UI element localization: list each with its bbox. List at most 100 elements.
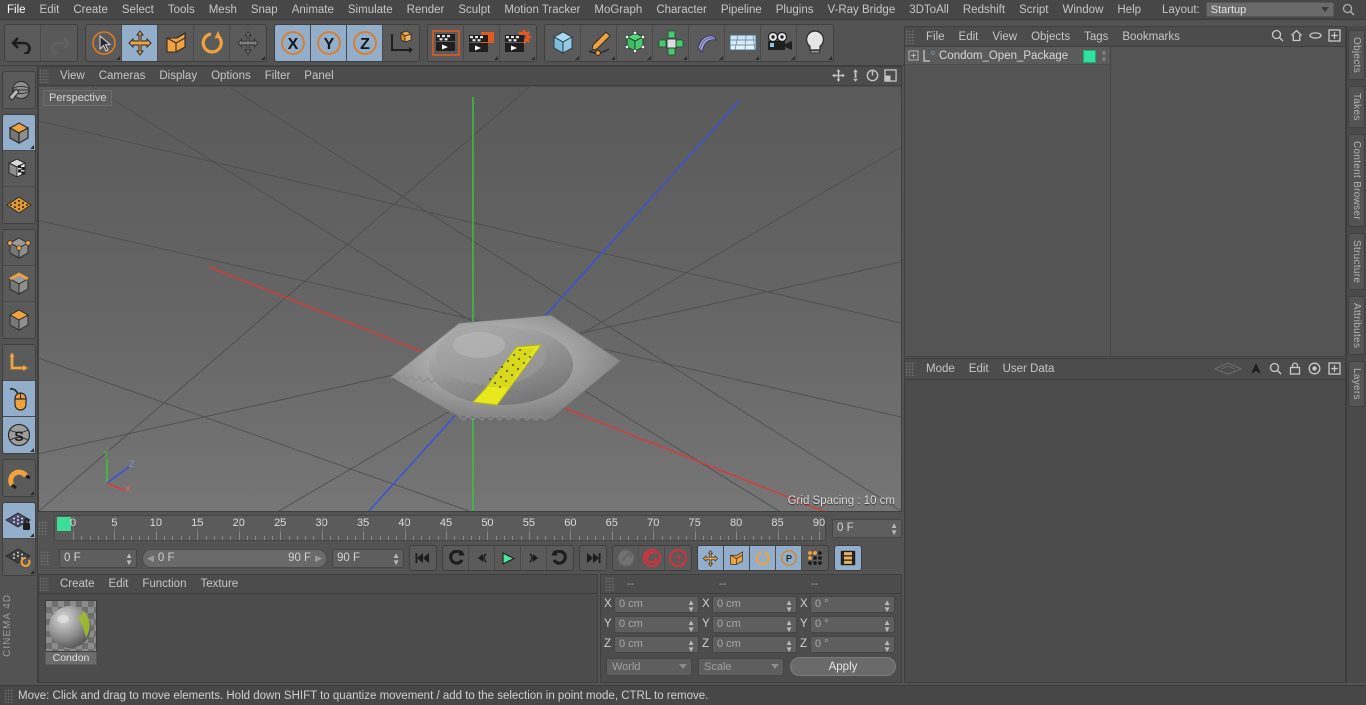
zoom-icon[interactable]: [850, 69, 861, 82]
spinner-icon[interactable]: ▲ ▼: [883, 598, 891, 613]
make-editable-button[interactable]: [2, 72, 35, 108]
attributes-body[interactable]: [905, 380, 1345, 682]
search-icon[interactable]: [1342, 3, 1355, 16]
material-item[interactable]: Condon: [45, 600, 99, 665]
previous-keyframe-button[interactable]: [443, 546, 469, 570]
menu-item-tools[interactable]: Tools: [161, 0, 202, 20]
objman-menu-item-edit[interactable]: Edit: [952, 27, 986, 47]
panel-grip-icon[interactable]: [38, 521, 48, 535]
spinner-icon[interactable]: ▲ ▼: [125, 551, 133, 566]
apply-button[interactable]: Apply: [790, 657, 896, 676]
add-deformer-button[interactable]: [689, 24, 725, 61]
spinner-icon[interactable]: ▲ ▼: [392, 551, 400, 566]
material-list[interactable]: Condon: [39, 594, 597, 671]
objman-menu-item-bookmarks[interactable]: Bookmarks: [1115, 27, 1187, 47]
menu-item-select[interactable]: Select: [115, 0, 161, 20]
preview-range-slider[interactable]: ◀ 0 F 90 F ▶: [142, 548, 327, 568]
range-right-arrow-icon[interactable]: ▶: [315, 553, 322, 564]
coord-pos-x-field[interactable]: 0 cm ▲ ▼: [614, 595, 699, 613]
spinner-icon[interactable]: ▲ ▼: [785, 598, 793, 613]
parameter-key-button[interactable]: [802, 546, 828, 570]
spinner-icon[interactable]: ▲ ▼: [687, 618, 695, 633]
viewport-canvas[interactable]: Perspective Y Z X Grid Spacing: 10 cm: [39, 87, 901, 511]
material-preview[interactable]: [45, 600, 97, 652]
autokeying-button[interactable]: [639, 546, 665, 570]
rotate-tool-button[interactable]: [194, 24, 230, 61]
dock-tab-structure[interactable]: Structure: [1348, 232, 1365, 290]
viewport-menu-item-display[interactable]: Display: [152, 67, 204, 86]
spinner-icon[interactable]: ▲ ▼: [687, 638, 695, 653]
material-tag[interactable]: [1083, 49, 1096, 63]
menu-item-file[interactable]: File: [0, 0, 33, 20]
menu-item-3dtoall[interactable]: 3DToAll: [902, 0, 956, 20]
rotation-key-button[interactable]: [750, 546, 776, 570]
workplane-mode-button[interactable]: [2, 187, 35, 223]
pla-key-button[interactable]: P: [776, 546, 802, 570]
menu-item-character[interactable]: Character: [649, 0, 714, 20]
coord-system-dropdown[interactable]: World: [606, 657, 692, 676]
menu-item-window[interactable]: Window: [1055, 0, 1110, 20]
search-icon[interactable]: [1271, 29, 1284, 42]
texture-mode-button[interactable]: [2, 151, 35, 187]
attributes-menu-items[interactable]: Mode Edit User Data: [919, 359, 1061, 380]
step-forward-button[interactable]: [521, 546, 547, 570]
visibility-dots-icon[interactable]: [1102, 51, 1106, 61]
object-manager-menu-items[interactable]: File Edit View Objects Tags Bookmarks: [919, 27, 1187, 47]
plus-box-icon[interactable]: [1328, 362, 1341, 375]
model-mode-button[interactable]: [2, 115, 35, 151]
planar-workplane-button[interactable]: [2, 539, 35, 575]
next-keyframe-button[interactable]: [547, 546, 573, 570]
redo-button[interactable]: [41, 24, 77, 61]
arrow-up-icon[interactable]: [1250, 362, 1262, 375]
go-to-end-button[interactable]: [580, 546, 606, 570]
panel-grip-icon[interactable]: [605, 577, 615, 591]
viewport-menu-items[interactable]: View Cameras Display Options Filter Panel: [53, 67, 341, 86]
attr-menu-item-edit[interactable]: Edit: [962, 359, 996, 380]
x-axis-lock-button[interactable]: X: [275, 24, 311, 61]
dock-tab-layers[interactable]: Layers: [1348, 361, 1365, 407]
dock-tab-objects[interactable]: Objects: [1348, 30, 1365, 81]
coord-size-x-field[interactable]: 0 cm ▲ ▼: [712, 595, 797, 613]
current-frame-field[interactable]: 0 F ▲ ▼: [832, 518, 902, 538]
ellipse-icon[interactable]: [1309, 31, 1322, 40]
search-icon[interactable]: [1269, 362, 1282, 375]
dock-tab-takes[interactable]: Takes: [1348, 86, 1365, 128]
keyframe-selection-button[interactable]: ?: [665, 546, 691, 570]
panel-grip-icon[interactable]: [4, 688, 14, 703]
viewport-solo-button[interactable]: [2, 381, 35, 417]
menu-item-sculpt[interactable]: Sculpt: [451, 0, 497, 20]
record-active-objects-button[interactable]: [613, 546, 639, 570]
coord-rot-y-field[interactable]: 0 ° ▲ ▼: [810, 615, 895, 633]
move-tool-button[interactable]: [122, 24, 158, 61]
menu-item-plugins[interactable]: Plugins: [769, 0, 821, 20]
spinner-icon[interactable]: ▲ ▼: [785, 618, 793, 633]
menu-item-animate[interactable]: Animate: [285, 0, 341, 20]
polygon-object-icon[interactable]: o: [922, 49, 936, 63]
viewport-menu-item-panel[interactable]: Panel: [297, 67, 340, 86]
dynamic-place-button[interactable]: [230, 24, 266, 61]
coord-size-z-field[interactable]: 0 cm ▲ ▼: [712, 635, 797, 653]
viewport-menu-item-view[interactable]: View: [53, 67, 92, 86]
menu-item-edit[interactable]: Edit: [33, 0, 67, 20]
step-back-button[interactable]: [469, 546, 495, 570]
edge-mode-button[interactable]: [2, 266, 35, 302]
layers-icon[interactable]: [1213, 362, 1243, 375]
panel-grip-icon[interactable]: [905, 29, 915, 44]
point-mode-button[interactable]: [2, 230, 35, 266]
coord-pos-z-field[interactable]: 0 cm ▲ ▼: [614, 635, 699, 653]
panel-grip-icon[interactable]: [39, 69, 49, 83]
material-menu-item-edit[interactable]: Edit: [102, 575, 136, 594]
z-axis-lock-button[interactable]: Z: [347, 24, 383, 61]
viewport-menu-item-filter[interactable]: Filter: [258, 67, 298, 86]
spinner-icon[interactable]: ▲ ▼: [883, 638, 891, 653]
play-button[interactable]: [495, 546, 521, 570]
expand-toggle-icon[interactable]: [908, 50, 919, 61]
coord-size-y-field[interactable]: 0 cm ▲ ▼: [712, 615, 797, 633]
material-menu-items[interactable]: Create Edit Function Texture: [53, 575, 245, 594]
menu-item-snap[interactable]: Snap: [244, 0, 285, 20]
menu-item-redshift[interactable]: Redshift: [956, 0, 1012, 20]
menu-item-render[interactable]: Render: [400, 0, 452, 20]
panel-grip-icon[interactable]: [40, 551, 50, 565]
y-axis-lock-button[interactable]: Y: [311, 24, 347, 61]
position-key-button[interactable]: [698, 546, 724, 570]
